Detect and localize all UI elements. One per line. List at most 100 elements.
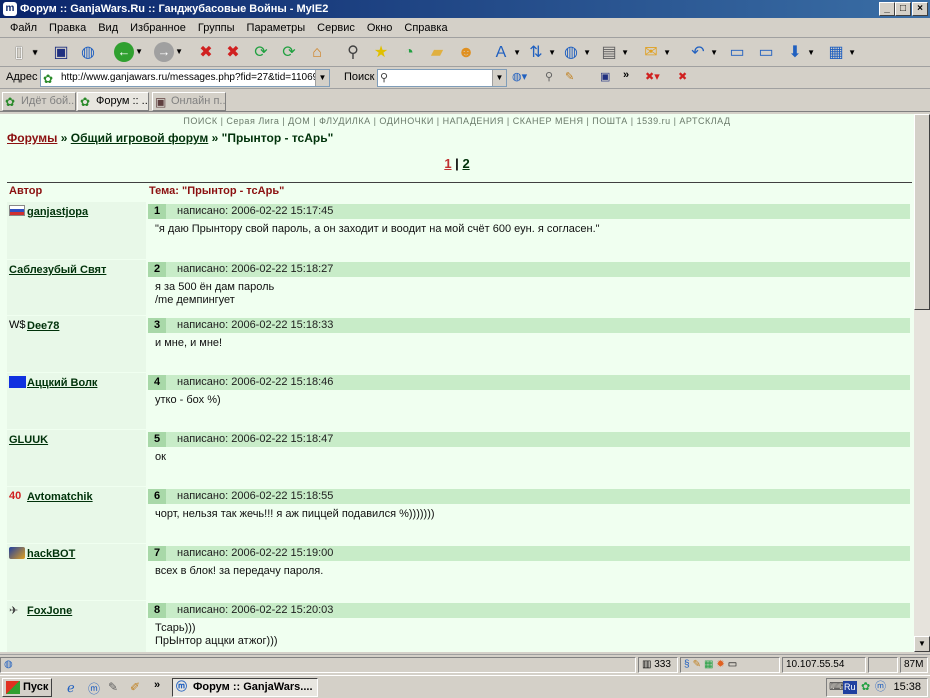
post-author-cell: GLUUK <box>7 430 146 486</box>
author-link[interactable]: Саблезубый Свят <box>9 264 106 276</box>
download-icon[interactable]: ▤ ▼ <box>598 42 629 64</box>
level-badge-icon: 40 <box>9 490 22 502</box>
stop-icon[interactable]: ✖ <box>195 42 217 64</box>
author-link[interactable]: FoxJone <box>27 605 72 617</box>
ie-icon[interactable]: ℯ <box>67 680 75 696</box>
menu-tools[interactable]: Сервис <box>311 18 361 38</box>
refresh-all-icon[interactable]: ⟳ <box>278 42 300 64</box>
menu-view[interactable]: Вид <box>92 18 124 38</box>
vertical-scrollbar[interactable]: ▲ ▼ <box>914 114 930 652</box>
proxy-globe-icon[interactable]: ◍ ▼ <box>560 42 591 64</box>
back-icon[interactable]: ← ▼ <box>114 42 143 62</box>
history-icon[interactable]: ◔ <box>398 42 420 64</box>
scroll-down-arrow[interactable]: ▼ <box>914 636 930 652</box>
myie-tray-icon[interactable]: ⓜ <box>875 679 886 696</box>
page-1-link[interactable]: 1 <box>444 156 451 171</box>
tile-icon[interactable]: ▭ <box>726 42 748 64</box>
font-icon[interactable]: A ▼ <box>490 42 521 64</box>
home-icon[interactable]: ⌂ <box>306 42 328 64</box>
site-leaf-icon: ✿ <box>43 72 54 86</box>
menu-help[interactable]: Справка <box>398 18 453 38</box>
menu-favorites[interactable]: Избранное <box>124 18 192 38</box>
search-label: Поиск <box>344 71 375 83</box>
menu-options[interactable]: Параметры <box>241 18 312 38</box>
new-page-icon[interactable]: ▯ ▼ <box>8 42 39 64</box>
save-icon[interactable]: ▣ <box>50 42 72 64</box>
more-chevron-icon[interactable]: » <box>623 69 629 81</box>
post-text: всех в блок! за передачу пароля. <box>155 565 324 577</box>
maximize-button[interactable]: □ <box>895 2 911 16</box>
author-link[interactable]: Avtomatchik <box>27 491 93 503</box>
author-link[interactable]: Аццкий Волк <box>27 377 97 389</box>
search-dropdown-button[interactable]: ▼ <box>492 70 506 86</box>
close-all-icon[interactable]: ✖ <box>678 70 687 83</box>
tab-forum[interactable]: ✿ Форум :: ... <box>77 92 149 111</box>
search-input[interactable]: ⚲ ▼ <box>377 69 507 87</box>
popup-counter[interactable]: ▥ 333 <box>638 657 678 673</box>
post-date: написано: 2006-02-22 15:17:45 <box>177 205 334 217</box>
post-author-cell: Саблезубый Свят <box>7 260 146 315</box>
page-icon: ▣ <box>155 95 167 109</box>
save-page-icon[interactable]: ▣ <box>600 70 610 83</box>
post-date: написано: 2006-02-22 15:18:27 <box>177 263 334 275</box>
page-2-link[interactable]: 2 <box>462 156 469 171</box>
pencil-icon[interactable]: ✐ <box>130 680 140 694</box>
post-date: написано: 2006-02-22 15:19:00 <box>177 547 334 559</box>
language-indicator[interactable]: Ru <box>843 681 857 694</box>
status-empty <box>868 657 898 673</box>
breadcrumb-section-link[interactable]: Общий игровой форум <box>71 131 209 145</box>
encoding-icon[interactable]: ⇅ ▼ <box>525 42 556 64</box>
tab-battle[interactable]: ✿ Идёт бой... <box>2 92 76 111</box>
post-date: написано: 2006-02-22 15:18:47 <box>177 433 334 445</box>
author-link[interactable]: hackBOT <box>27 548 75 560</box>
arrange-icon[interactable]: ⬇ ▼ <box>784 42 815 64</box>
close-tab-icon[interactable]: ✖▾ <box>645 70 660 83</box>
find-icon[interactable]: ⚲ <box>545 70 553 83</box>
myie-icon[interactable]: ⓜ <box>88 680 100 697</box>
undo-close-icon[interactable]: ↶ ▼ <box>687 42 718 64</box>
notepad-icon[interactable]: ✎ <box>108 680 118 694</box>
author-link[interactable]: ganjastjopa <box>27 206 88 218</box>
refresh-icon[interactable]: ⟳ <box>250 42 272 64</box>
globe-icon[interactable]: ◍ <box>77 42 99 64</box>
status-icons[interactable]: §✎▦✹▭ <box>680 657 780 673</box>
close-button[interactable]: × <box>912 2 928 16</box>
menu-edit[interactable]: Правка <box>43 18 92 38</box>
post-row: Аццкий Волк 4 написано: 2006-02-22 15:18:… <box>7 373 912 429</box>
menu-file[interactable]: Файл <box>4 18 43 38</box>
taskbar-window-forum[interactable]: ⓜ Форум :: GanjaWars.... <box>172 678 318 697</box>
favorites-star-icon[interactable]: ★ <box>370 42 392 64</box>
breadcrumb-forums-link[interactable]: Форумы <box>7 131 57 145</box>
menu-groups[interactable]: Группы <box>192 18 241 38</box>
address-bar: Адрес ✿ http://www.ganjawars.ru/messages… <box>0 67 930 89</box>
search-engine-icon[interactable]: ◍▾ <box>512 70 527 83</box>
folder-icon[interactable]: ▰ <box>426 42 448 64</box>
grid-view-icon[interactable]: ▦ ▼ <box>825 42 856 64</box>
author-link[interactable]: GLUUK <box>9 434 48 446</box>
address-input[interactable]: ✿ http://www.ganjawars.ru/messages.php?f… <box>40 69 330 87</box>
forward-icon[interactable]: → ▼ <box>154 42 183 62</box>
search-icon[interactable]: ⚲ <box>342 42 364 64</box>
menu-window[interactable]: Окно <box>361 18 399 38</box>
user-icon[interactable]: ☻ <box>455 42 477 64</box>
leaf-icon: ✿ <box>80 95 91 109</box>
top-navigation[interactable]: ПОИСК | Серая Лига | ДОМ | ФЛУДИЛКА | ОД… <box>0 116 914 126</box>
cascade-icon[interactable]: ▭ <box>755 42 777 64</box>
highlight-icon[interactable]: ✎ <box>565 70 574 83</box>
post-meta: 1 написано: 2006-02-22 15:17:45 <box>148 204 910 219</box>
scroll-thumb[interactable] <box>914 114 930 310</box>
post-text: чорт, нельзя так жечь!!! я аж пиццей под… <box>155 508 435 520</box>
tab-online[interactable]: ▣ Онлайн п... <box>152 92 226 111</box>
icq-flower-icon[interactable]: ✿ <box>861 679 870 696</box>
author-link[interactable]: Dee78 <box>27 320 59 332</box>
address-dropdown-button[interactable]: ▼ <box>315 70 329 86</box>
stop-all-icon[interactable]: ✖ <box>222 42 244 64</box>
minimize-button[interactable]: _ <box>879 2 895 16</box>
quicklaunch-more-icon[interactable]: » <box>154 679 160 691</box>
author-column-header: Автор <box>9 185 43 197</box>
start-button[interactable]: Пуск <box>2 678 52 697</box>
post-author-cell: ganjastjopa <box>7 202 146 259</box>
mail-icon[interactable]: ✉ ▼ <box>640 42 671 64</box>
post-row: ✈ FoxJone 8 написано: 2006-02-22 15:20:03… <box>7 601 912 652</box>
post-author-cell: hackBOT <box>7 544 146 600</box>
